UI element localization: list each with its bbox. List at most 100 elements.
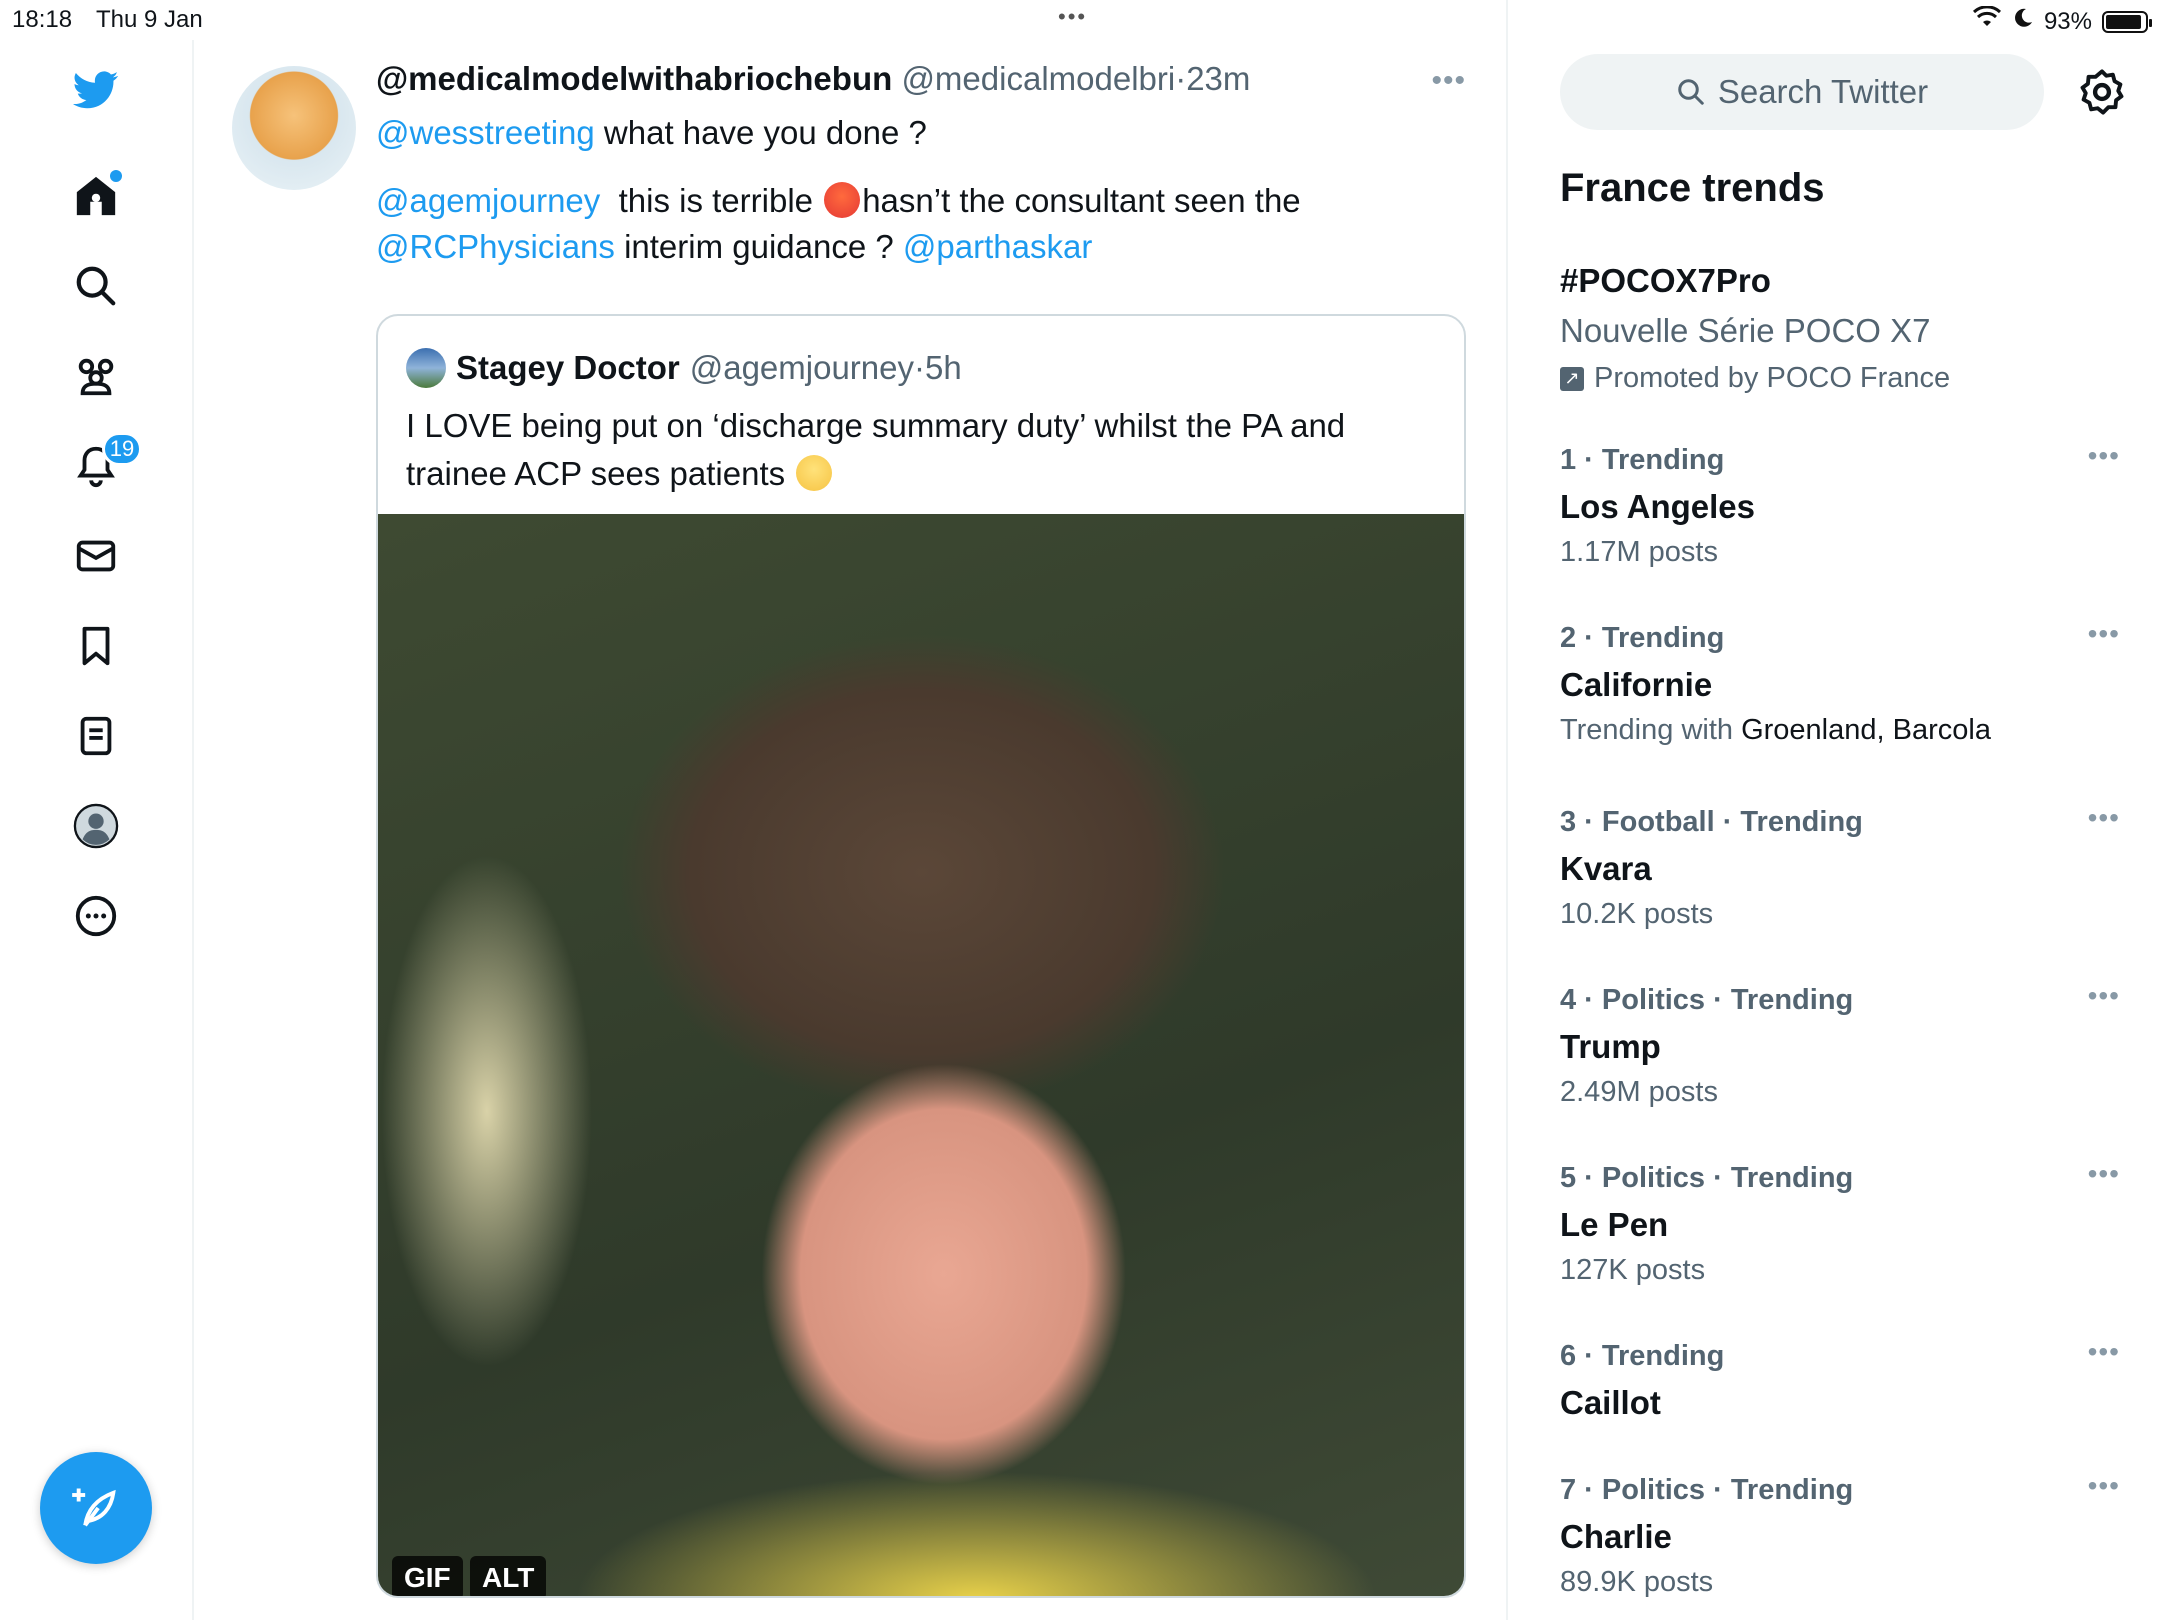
trend-item[interactable]: 3 · Football · Trending Kvara 10.2K post… [1560,802,2120,934]
search-icon [1678,79,1704,105]
mention-parthaskar[interactable]: @parthaskar [903,228,1092,265]
tweet-text: @wesstreeting what have you done ? @agem… [376,110,1456,270]
trend-meta: 1 · Trending [1560,444,1725,476]
quote-separator: · [914,349,925,386]
trend-more-button[interactable]: ••• [2088,1336,2120,1368]
trend-name: Charlie [1560,1518,1672,1555]
status-date: Thu 9 Jan [96,6,203,33]
trend-more-button[interactable]: ••• [2088,440,2120,472]
quote-gif-media[interactable]: GIF ALT [378,514,1464,1596]
trend-meta: 7 · Politics · Trending [1560,1474,1854,1506]
nav-more[interactable] [70,890,122,942]
eye-roll-emoji-icon [796,455,833,491]
nav-profile[interactable] [70,800,122,852]
trends-title: France trends [1560,166,1825,210]
nav-lists[interactable] [70,710,122,762]
quote-header: Stagey Doctor @agemjourney·5h [406,348,962,388]
status-time: 18:18 [12,6,73,33]
nav-bookmarks[interactable] [70,620,122,672]
trend-more-button[interactable]: ••• [2088,618,2120,650]
tweet-header: @medicalmodelwithabriochebun @medicalmod… [376,60,1250,98]
trend-meta: 6 · Trending [1560,1340,1725,1372]
trend-sub-text: 1.17M posts [1560,536,1718,568]
trend-sub-text: 2.49M posts [1560,1076,1718,1108]
author-handle[interactable]: @medicalmodelbri [901,60,1175,97]
mention-wesstreeting[interactable]: @wesstreeting [376,114,595,151]
trend-item[interactable]: 5 · Politics · Trending Le Pen 127K post… [1560,1158,2120,1290]
tweet-line-3: @RCPhysicians interim guidance ? @partha… [376,224,1456,270]
promoted-by: ↗ Promoted by POCO France [1560,362,1950,395]
author-avatar[interactable] [232,66,356,190]
trend-name: Le Pen [1560,1206,1669,1243]
twitter-ipad-screen: 18:18 Thu 9 Jan ••• 93% 19 @medicalmodel… [0,0,2160,1620]
author-display-name[interactable]: @medicalmodelwithabriochebun [376,60,892,97]
trend-name: Caillot [1560,1384,1661,1421]
trend-meta: 2 · Trending [1560,622,1725,654]
trend-meta: 3 · Football · Trending [1560,806,1863,838]
trend-name: Kvara [1560,850,1652,887]
settings-button[interactable] [2076,66,2128,118]
trend-meta: 5 · Politics · Trending [1560,1162,1854,1194]
right-sidebar: Search Twitter France trends #POCOX7Pro … [1508,0,2160,1620]
trend-sub: 89.9K posts [1560,1562,2120,1602]
trend-more-button[interactable]: ••• [2088,980,2120,1012]
promoted-icon: ↗ [1560,366,1584,391]
trend-item[interactable]: 1 · Trending Los Angeles 1.17M posts ••• [1560,440,2120,572]
tweet-line-1: @wesstreeting what have you done ? [376,110,1456,156]
nav-messages[interactable] [70,530,122,582]
trend-sub: 2.49M posts [1560,1072,2120,1112]
trend-name: Los Angeles [1560,488,1755,525]
promoted-trend-description: Nouvelle Série POCO X7 [1560,312,1931,349]
bookmark-icon [82,626,110,666]
left-nav: 19 [0,40,194,1620]
tweet-time[interactable]: 23m [1186,60,1250,97]
trend-item[interactable]: 2 · Trending Californie Trending with Gr… [1560,618,2120,750]
main-timeline: @medicalmodelwithabriochebun @medicalmod… [194,0,1508,1620]
notifications-badge: 19 [102,432,142,466]
trend-sub: Trending with Groenland, Barcola [1560,710,2120,750]
trend-more-button[interactable]: ••• [2088,802,2120,834]
trend-sub-text: 89.9K posts [1560,1566,1714,1598]
tweet-line-1-text: what have you done ? [594,114,927,151]
quote-handle: @agemjourney·5h [690,349,962,387]
trend-sub-text: 127K posts [1560,1254,1706,1286]
nav-notifications[interactable]: 19 [70,432,142,492]
twitter-logo-icon[interactable] [70,64,122,116]
trend-item[interactable]: 7 · Politics · Trending Charlie 89.9K po… [1560,1470,2120,1602]
search-icon [76,266,116,306]
search-input[interactable]: Search Twitter [1560,54,2044,130]
nav-home[interactable] [70,170,122,222]
quote-time: 5h [925,349,962,386]
alt-badge[interactable]: ALT [470,1556,547,1596]
angry-face-emoji-icon [824,182,861,218]
tweet-more-button[interactable]: ••• [1431,64,1466,98]
gear-icon [2080,69,2124,115]
mention-rcphysicians[interactable]: @RCPhysicians [376,228,615,265]
trend-item[interactable]: 6 · Trending Caillot ••• [1560,1336,2120,1424]
tweet-line-2-text-a: this is terrible [600,182,823,219]
quote-text: I LOVE being put on ‘discharge summary d… [406,402,1426,498]
trend-name: Californie [1560,666,1713,703]
trend-sub: 10.2K posts [1560,894,2120,934]
trend-more-button[interactable]: ••• [2088,1158,2120,1190]
profile-avatar-icon [73,803,119,849]
promoted-trend-tag[interactable]: #POCOX7Pro [1560,262,1771,300]
compose-tweet-button[interactable] [40,1452,152,1564]
trend-more-button[interactable]: ••• [2088,1470,2120,1502]
trend-meta: 4 · Politics · Trending [1560,984,1854,1016]
quote-text-line-2: trainee ACP sees patients [406,455,795,492]
trend-sub-text: Trending with [1560,714,1742,746]
nav-explore[interactable] [70,260,122,312]
more-icon [75,895,117,937]
mention-agemjourney[interactable]: @agemjourney [376,182,600,219]
home-unread-dot [110,170,122,182]
quote-author-avatar [406,348,446,388]
gif-badge: GIF [392,1556,463,1596]
trend-item[interactable]: 4 · Politics · Trending Trump 2.49M post… [1560,980,2120,1112]
mail-icon [76,540,116,572]
quoted-tweet[interactable]: Stagey Doctor @agemjourney·5h I LOVE bei… [376,314,1466,1598]
quote-display-name: Stagey Doctor [456,349,680,386]
nav-communities[interactable] [70,350,122,402]
separator: · [1175,60,1187,97]
compose-icon [72,1488,116,1527]
